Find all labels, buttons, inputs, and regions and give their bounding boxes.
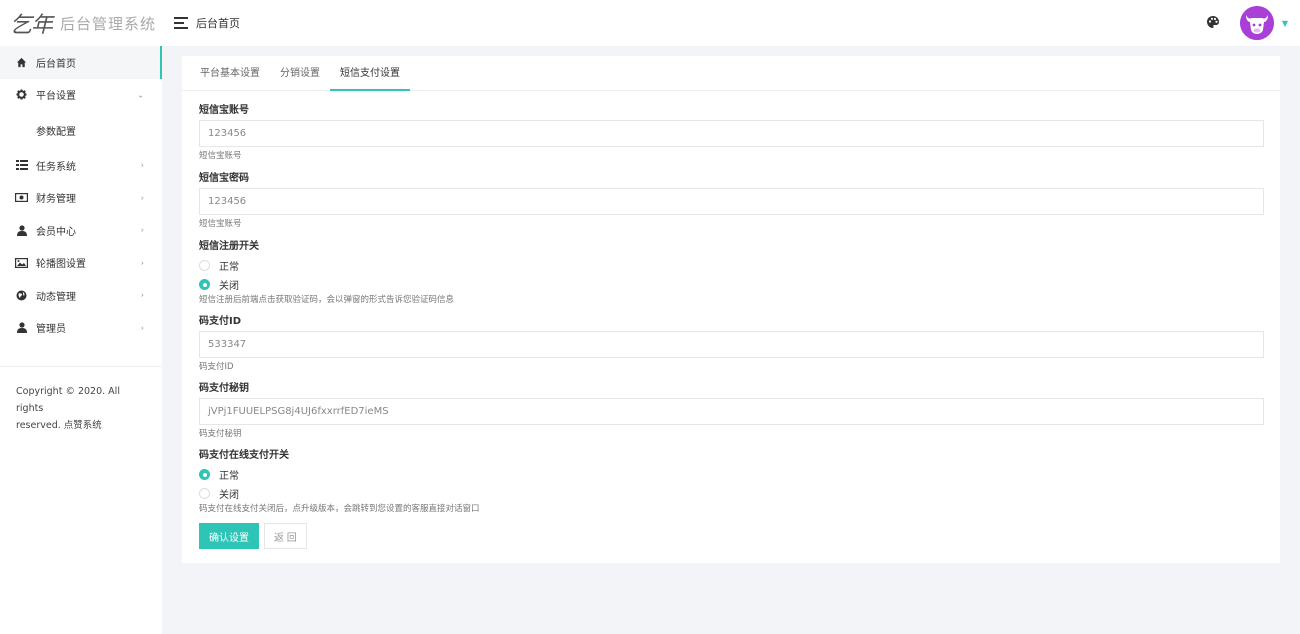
radio-unchecked-icon [199,260,210,271]
confirm-button[interactable]: 确认设置 [199,523,259,549]
pay-secret-input[interactable]: jVPj1FUUELPSG8j4UJ6fxxrrfED7ieMS [199,398,1264,425]
sidebar-item-home[interactable]: 后台首页 [0,46,162,79]
chevron-down-icon: ⌄ [137,90,144,100]
copyright-line: reserved. 点赞系统 [16,420,102,431]
pay-switch-radio-on[interactable]: 正常 [199,465,1264,484]
logo[interactable]: 乞年 后台管理系统 [0,0,162,46]
user-icon [15,224,28,237]
chevron-right-icon: › [140,160,144,170]
sidebar-item-platform-settings[interactable]: 平台设置 ⌄ [0,79,162,112]
sms-account-hint: 短信宝账号 [199,151,242,161]
sidebar-item-label: 平台设置 [36,91,76,103]
header-title: 后台首页 [196,17,240,30]
money-icon [15,191,28,204]
sidebar-item-label: 任务系统 [36,161,76,173]
avatar[interactable] [1240,6,1274,40]
sms-switch-label: 短信注册开关 [199,241,259,252]
form-actions: 确认设置 返 回 [199,523,1264,549]
gear-icon [15,88,28,101]
tab-bar: 平台基本设置 分销设置 短信支付设置 [182,56,1280,91]
pay-secret-value: jVPj1FUUELPSG8j4UJ6fxxrrfED7ieMS [208,406,389,417]
chevron-right-icon: › [140,193,144,203]
sidebar-item-admin[interactable]: 管理员 › [0,312,162,345]
radio-checked-icon [199,469,210,480]
chevron-right-icon: › [140,258,144,268]
sms-password-hint: 短信宝账号 [199,219,242,229]
copyright: Copyright © 2020. All rights reserved. 点… [0,383,162,434]
sidebar-item-label: 后台首页 [36,58,76,70]
sms-password-value: 123456 [208,196,247,207]
pay-id-value: 533347 [208,339,247,350]
image-icon [15,256,28,269]
pay-switch-label: 码支付在线支付开关 [199,450,289,461]
sms-account-label: 短信宝账号 [199,105,249,116]
sidebar-menu: 后台首页 平台设置 ⌄ 参数配置 任务系统 › 财务管理 › 会员中心 › 轮播… [0,46,162,344]
sidebar-item-label: 财务管理 [36,194,76,206]
pay-secret-label: 码支付秘钥 [199,383,249,394]
top-header: 后台首页 ▼ [162,0,1300,46]
sidebar-item-label: 会员中心 [36,226,76,238]
settings-form: 短信宝账号 123456 短信宝账号 短信宝密码 123456 短信宝账号 短信… [182,91,1280,549]
sms-switch-hint: 短信注册后前端点击获取验证码，会以弹窗的形式告诉您验证码信息 [199,295,455,305]
pay-id-hint: 码支付ID [199,362,234,372]
logo-mark: 乞年 [10,13,53,38]
pay-id-label: 码支付ID [199,316,242,327]
sidebar-item-members[interactable]: 会员中心 › [0,214,162,247]
sms-switch-radio-off[interactable]: 关闭 [199,275,1264,294]
tab-distribution[interactable]: 分销设置 [270,56,330,90]
admin-icon [15,321,28,334]
pay-secret-hint: 码支付秘钥 [199,429,242,439]
sidebar-subitem-label: 参数配置 [36,126,76,138]
radio-label: 关闭 [219,490,239,501]
pay-switch-hint: 码支付在线支付关闭后，点升级版本，会跳转到您设置的客服直接对话窗口 [199,504,480,514]
sidebar-item-label: 动态管理 [36,291,76,303]
radio-label: 正常 [219,471,239,482]
globe-icon [15,289,28,302]
radio-unchecked-icon [199,488,210,499]
sidebar-item-finance[interactable]: 财务管理 › [0,182,162,215]
chevron-right-icon: › [140,323,144,333]
sidebar: 乞年 后台管理系统 后台首页 平台设置 ⌄ 参数配置 任务系统 › 财务管理 ›… [0,0,162,634]
sms-account-input[interactable]: 123456 [199,120,1264,147]
sidebar-item-label: 轮播图设置 [36,259,86,271]
pay-id-input[interactable]: 533347 [199,331,1264,358]
sidebar-item-carousel[interactable]: 轮播图设置 › [0,247,162,280]
chevron-right-icon: › [140,225,144,235]
pay-switch-radio-off[interactable]: 关闭 [199,484,1264,503]
sidebar-subitem-params[interactable]: 参数配置 [0,111,162,149]
sms-password-label: 短信宝密码 [199,173,249,184]
home-icon [15,56,28,69]
radio-checked-icon [199,279,210,290]
palette-icon[interactable] [1206,15,1220,29]
tab-sms-payment[interactable]: 短信支付设置 [330,56,410,91]
sidebar-item-label: 管理员 [36,324,66,336]
sidebar-item-task-system[interactable]: 任务系统 › [0,149,162,182]
sms-switch-radio-on[interactable]: 正常 [199,256,1264,275]
sidebar-divider [0,366,162,367]
tab-platform-basic[interactable]: 平台基本设置 [190,56,270,90]
caret-down-icon[interactable]: ▼ [1282,19,1288,28]
radio-label: 正常 [219,262,239,273]
list-icon [15,159,28,172]
sms-password-input[interactable]: 123456 [199,188,1264,215]
radio-label: 关闭 [219,281,239,292]
back-button[interactable]: 返 回 [264,523,307,549]
copyright-line: Copyright © 2020. All rights [16,386,120,414]
sidebar-item-dynamics[interactable]: 动态管理 › [0,279,162,312]
sms-account-value: 123456 [208,128,247,139]
settings-card: 平台基本设置 分销设置 短信支付设置 短信宝账号 123456 短信宝账号 短信… [182,56,1280,563]
logo-text: 后台管理系统 [60,14,157,33]
menu-toggle-icon[interactable] [174,17,188,29]
chevron-right-icon: › [140,290,144,300]
